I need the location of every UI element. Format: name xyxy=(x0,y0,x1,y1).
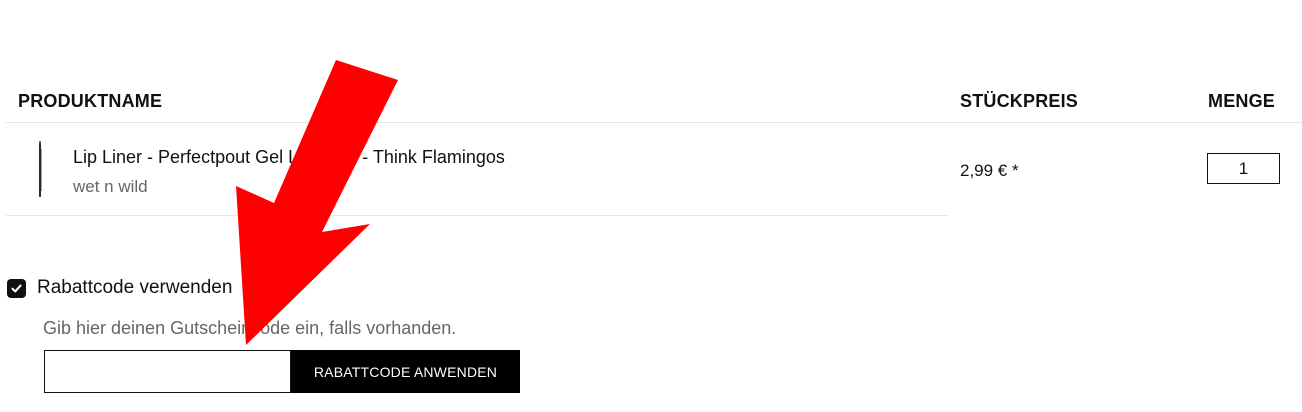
coupon-toggle[interactable]: Rabattcode verwenden xyxy=(7,274,232,302)
unit-price: 2,99 € * xyxy=(960,161,1019,180)
cart-table: PRODUKTNAME STÜCKPREIS MENGE Lip Liner -… xyxy=(0,0,1302,220)
coupon-checkbox[interactable] xyxy=(7,278,26,298)
cart-item-row: Lip Liner - Perfectpout Gel Lip Liner - … xyxy=(6,123,948,216)
coupon-code-input[interactable] xyxy=(44,350,291,393)
coupon-toggle-label: Rabattcode verwenden xyxy=(37,277,233,298)
coupon-hint-text: Gib hier deinen Gutscheincode ein, falls… xyxy=(43,318,457,338)
product-name-link[interactable]: Lip Liner - Perfectpout Gel Lip Liner - … xyxy=(73,147,505,168)
lip-liner-pencil-icon[interactable] xyxy=(14,139,64,199)
apply-coupon-button[interactable]: RABATTCODE ANWENDEN xyxy=(291,350,520,393)
column-header-unit-price: STÜCKPREIS xyxy=(960,91,1079,111)
quantity-input[interactable] xyxy=(1207,153,1280,184)
checkmark-icon xyxy=(11,284,22,292)
cart-item-price-qty: 2,99 € * xyxy=(948,123,1302,215)
column-header-product-name: PRODUKTNAME xyxy=(18,91,163,111)
product-brand: wet n wild xyxy=(73,177,148,196)
column-header-quantity: MENGE xyxy=(1208,91,1276,111)
cart-header-row: PRODUKTNAME STÜCKPREIS MENGE xyxy=(6,78,1302,123)
